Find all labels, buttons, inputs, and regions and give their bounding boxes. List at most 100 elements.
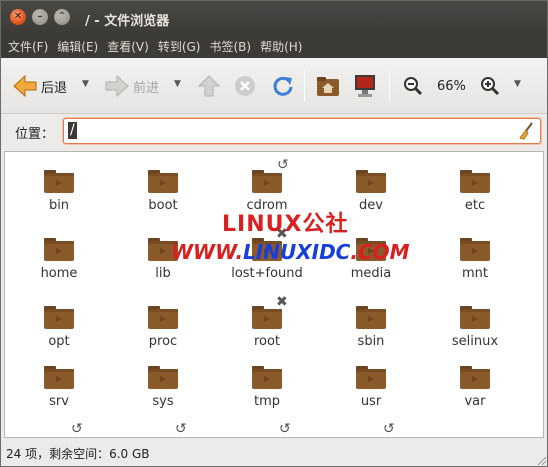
menu-help[interactable]: 帮助(H): [257, 38, 305, 55]
location-bar: 位置： /: [1, 114, 547, 150]
folder-item-proc[interactable]: proc: [118, 304, 208, 364]
symlink-emblem-icon: ↺: [279, 421, 291, 437]
folder-item-root[interactable]: root: [222, 304, 312, 364]
zoom-in-icon: [481, 77, 500, 96]
unreadable-emblem-icon: ✖: [276, 294, 288, 310]
folder-icon: [148, 170, 178, 193]
back-history-dropdown[interactable]: ▼: [82, 79, 89, 89]
folder-label: root: [253, 334, 281, 349]
stop-button[interactable]: [234, 73, 256, 99]
location-value: /: [68, 122, 77, 139]
folder-icon: [44, 306, 74, 329]
folder-icon: [252, 366, 282, 389]
symlink-emblem-icon: ↺: [71, 421, 83, 437]
folder-icon: [460, 366, 490, 389]
folder-item-tmp[interactable]: tmp: [222, 364, 312, 424]
folder-item-home[interactable]: home: [14, 236, 104, 296]
folder-item-srv[interactable]: srv: [14, 364, 104, 424]
folder-icon: [44, 170, 74, 193]
symlink-emblem-icon: ↺: [277, 157, 289, 173]
zoom-in-button[interactable]: [480, 73, 500, 99]
partial-symlink-file[interactable]: ↺: [227, 421, 317, 437]
watermark-url-domain: LINUXIDC: [243, 240, 351, 264]
reload-button[interactable]: [272, 73, 294, 99]
zoom-out-icon: [404, 77, 423, 96]
folder-icon: [44, 238, 74, 261]
forward-history-dropdown[interactable]: ▼: [174, 79, 181, 89]
file-browser-window: ✕ – ⌃ / - 文件浏览器 文件(F) 编辑(E) 查看(V) 转到(G) …: [0, 0, 548, 467]
close-window-button[interactable]: ✕: [10, 9, 26, 25]
folder-icon: [460, 238, 490, 261]
broom-clear-icon[interactable]: [517, 122, 535, 140]
folder-item-opt[interactable]: opt: [14, 304, 104, 364]
folder-label: lost+found: [231, 266, 303, 281]
toolbar: 后退 ▼ 前进 ▼ 66% ▼: [1, 58, 547, 114]
back-button[interactable]: 后退: [13, 73, 67, 99]
symlink-emblem-icon: ↺: [383, 421, 395, 437]
menu-bookmarks[interactable]: 书签(B): [206, 38, 254, 55]
folder-label: selinux: [451, 334, 499, 349]
partial-symlink-file[interactable]: ↺: [123, 421, 213, 437]
folder-label: tmp: [253, 394, 280, 409]
watermark-url-suffix: .COM: [350, 240, 410, 264]
home-button[interactable]: [316, 73, 340, 99]
folder-label: boot: [148, 198, 178, 213]
location-label: 位置：: [15, 127, 55, 142]
folder-label: bin: [48, 198, 70, 213]
folder-icon: [356, 306, 386, 329]
up-button[interactable]: [198, 73, 220, 99]
status-bar: 24 项，剩余空间：6.0 GB: [1, 438, 547, 466]
folder-label: home: [40, 266, 78, 281]
folder-item-var[interactable]: var: [430, 364, 520, 424]
folder-item-sbin[interactable]: sbin: [326, 304, 416, 364]
computer-button[interactable]: [353, 73, 377, 99]
forward-arrow-icon: [105, 75, 129, 97]
folder-icon: [460, 306, 490, 329]
folder-label: sys: [152, 394, 174, 409]
folder-icon: [460, 170, 490, 193]
folder-item-usr[interactable]: usr: [326, 364, 416, 424]
zoom-dropdown[interactable]: ▼: [514, 79, 521, 89]
folder-label: proc: [148, 334, 178, 349]
reload-icon: [273, 76, 293, 96]
file-icon-view: bin boot cdrom dev etc home lib lost+found media…: [4, 151, 544, 438]
folder-item-sys[interactable]: sys: [118, 364, 208, 424]
resize-grip-icon[interactable]: [535, 454, 547, 466]
folder-label: opt: [48, 334, 70, 349]
menu-go[interactable]: 转到(G): [155, 38, 204, 55]
menu-view[interactable]: 查看(V): [104, 38, 152, 55]
folder-item-bin[interactable]: bin: [14, 168, 104, 228]
partial-symlink-file[interactable]: ↺: [19, 421, 109, 437]
partial-symlink-file[interactable]: ↺: [331, 421, 421, 437]
folder-label: lib: [155, 266, 171, 281]
toolbar-separator: [304, 71, 305, 101]
folder-item-selinux[interactable]: selinux: [430, 304, 520, 364]
minimize-window-button[interactable]: –: [32, 9, 48, 25]
menu-bar: 文件(F) 编辑(E) 查看(V) 转到(G) 书签(B) 帮助(H): [1, 35, 547, 58]
title-bar: ✕ – ⌃ / - 文件浏览器: [1, 1, 547, 35]
home-folder-icon: [317, 77, 339, 96]
folder-icon: [44, 366, 74, 389]
watermark-url: WWW.LINUXIDC.COM: [171, 240, 410, 264]
location-input[interactable]: /: [63, 118, 541, 144]
zoom-level: 66%: [437, 78, 466, 94]
folder-item-mnt[interactable]: mnt: [430, 236, 520, 296]
symlink-emblem-icon: ↺: [175, 421, 187, 437]
folder-icon: [148, 306, 178, 329]
folder-icon: [356, 170, 386, 193]
zoom-out-button[interactable]: [403, 73, 423, 99]
folder-label: etc: [464, 198, 486, 213]
menu-edit[interactable]: 编辑(E): [54, 38, 101, 55]
folder-item-etc[interactable]: etc: [430, 168, 520, 228]
folder-icon: [148, 366, 178, 389]
window-title: / - 文件浏览器: [85, 14, 170, 29]
menu-file[interactable]: 文件(F): [5, 38, 51, 55]
watermark-url-prefix: WWW.: [171, 240, 244, 264]
maximize-window-button[interactable]: ⌃: [54, 9, 70, 25]
folder-icon: [356, 366, 386, 389]
stop-icon: [235, 76, 255, 96]
forward-button[interactable]: 前进: [105, 73, 159, 99]
folder-item-boot[interactable]: boot: [118, 168, 208, 228]
forward-label: 前进: [133, 80, 160, 96]
folder-label: sbin: [357, 334, 385, 349]
